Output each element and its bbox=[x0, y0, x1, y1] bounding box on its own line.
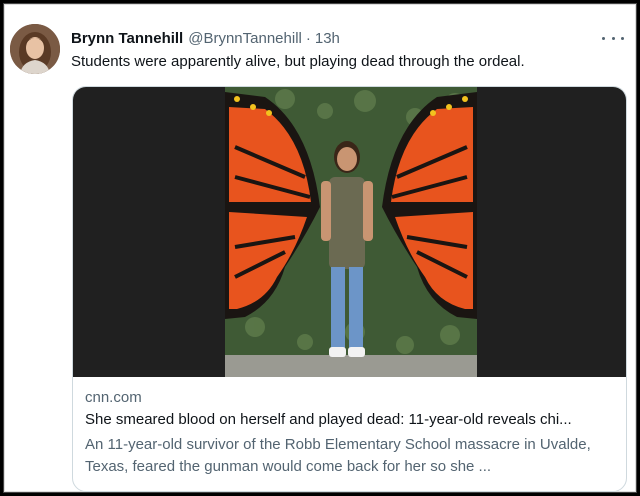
separator-dot: · bbox=[305, 29, 311, 47]
more-dot bbox=[611, 36, 615, 40]
card-description: An 11-year-old survivor of the Robb Elem… bbox=[85, 436, 591, 475]
more-dot bbox=[602, 36, 605, 40]
card-domain: cnn.com bbox=[85, 389, 142, 406]
author-name[interactable]: Brynn Tannehill bbox=[71, 30, 183, 47]
link-card[interactable]: cnn.com She smeared blood on herself and… bbox=[72, 86, 627, 492]
author-handle[interactable]: @BrynnTannehill bbox=[188, 30, 302, 47]
butterfly-wings-photo bbox=[225, 87, 477, 377]
card-image[interactable] bbox=[73, 87, 626, 377]
card-title[interactable]: She smeared blood on herself and played … bbox=[85, 411, 621, 433]
tweet-text: Students were apparently alive, but play… bbox=[71, 53, 525, 70]
profile-avatar[interactable] bbox=[10, 24, 60, 74]
tweet-container: Brynn Tannehill @BrynnTannehill · 13h St… bbox=[3, 3, 637, 493]
tweet-timestamp[interactable]: 13h bbox=[315, 30, 340, 47]
tweet-header: Brynn Tannehill @BrynnTannehill · 13h bbox=[71, 28, 340, 48]
more-dot bbox=[621, 36, 624, 40]
card-body: cnn.com She smeared blood on herself and… bbox=[85, 389, 621, 478]
more-horizontal-icon[interactable] bbox=[602, 30, 624, 46]
